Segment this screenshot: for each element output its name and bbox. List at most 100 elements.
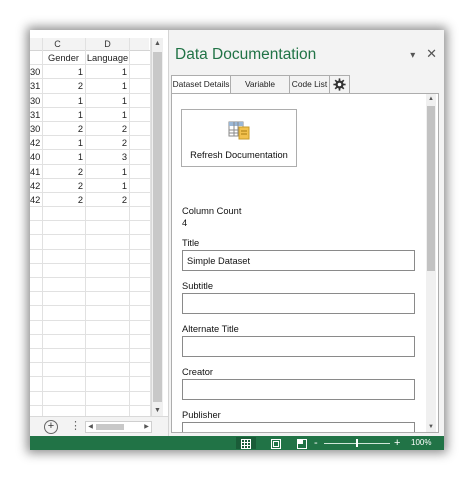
cell[interactable] <box>30 306 41 320</box>
cell[interactable]: 2 <box>86 136 129 150</box>
cell[interactable]: 2 <box>42 165 85 179</box>
cell[interactable]: 31 <box>30 108 41 122</box>
tab-dataset-details[interactable]: Dataset Details <box>171 75 231 95</box>
horizontal-scrollbar[interactable]: ◀ ▶ <box>85 421 152 433</box>
cell[interactable]: 2 <box>42 79 85 93</box>
cell[interactable] <box>30 392 41 406</box>
cell[interactable]: 1 <box>42 150 85 164</box>
cell[interactable]: 1 <box>42 136 85 150</box>
cell[interactable] <box>30 349 41 363</box>
horizontal-scroll-thumb[interactable] <box>96 424 124 430</box>
zoom-in-button[interactable]: + <box>394 436 400 450</box>
cell[interactable] <box>42 363 85 377</box>
cell[interactable] <box>30 264 41 278</box>
cell[interactable] <box>42 335 85 349</box>
cell[interactable]: 42 <box>30 179 41 193</box>
creator-input[interactable] <box>182 379 415 400</box>
cell[interactable]: 1 <box>86 79 129 93</box>
cell[interactable]: 2 <box>42 179 85 193</box>
close-icon[interactable]: ✕ <box>426 46 437 61</box>
cell[interactable] <box>30 363 41 377</box>
cell[interactable] <box>86 250 129 264</box>
column-header-c[interactable]: C <box>30 38 85 50</box>
column-header-d[interactable]: D <box>86 38 129 50</box>
cell[interactable] <box>86 207 129 221</box>
scroll-right-icon[interactable]: ▶ <box>142 422 151 432</box>
tab-code-list[interactable]: Code List <box>289 75 330 93</box>
cell[interactable]: 1 <box>86 165 129 179</box>
page-layout-view-button[interactable] <box>266 437 286 449</box>
cell[interactable]: 3 <box>86 150 129 164</box>
cell[interactable]: Language <box>86 51 129 65</box>
zoom-level[interactable]: 100% <box>411 436 431 450</box>
cell[interactable] <box>30 292 41 306</box>
cell[interactable] <box>42 207 85 221</box>
page-break-view-button[interactable] <box>292 437 312 449</box>
cell[interactable] <box>30 250 41 264</box>
cell[interactable]: Gender <box>42 51 85 65</box>
cell[interactable]: 31 <box>30 79 41 93</box>
publisher-input[interactable] <box>182 422 415 432</box>
cell[interactable] <box>86 377 129 391</box>
zoom-out-button[interactable]: - <box>314 436 318 450</box>
cell[interactable] <box>42 321 85 335</box>
cell[interactable]: 42 <box>30 193 41 207</box>
cell[interactable]: 1 <box>86 65 129 79</box>
cell[interactable] <box>42 250 85 264</box>
cell[interactable] <box>42 306 85 320</box>
new-sheet-button[interactable]: + <box>44 420 58 434</box>
pane-options-icon[interactable]: ▾ <box>410 50 415 61</box>
scroll-left-icon[interactable]: ◀ <box>86 422 95 432</box>
normal-view-button[interactable] <box>236 437 256 449</box>
cell[interactable]: 1 <box>86 179 129 193</box>
cell[interactable]: 2 <box>86 122 129 136</box>
cell[interactable] <box>42 377 85 391</box>
cell[interactable]: 1 <box>42 65 85 79</box>
subtitle-input[interactable] <box>182 293 415 314</box>
cell[interactable]: 42 <box>30 136 41 150</box>
tab-variable-details[interactable]: Variable Details <box>230 75 290 106</box>
cell[interactable] <box>86 335 129 349</box>
scroll-down-icon[interactable]: ▼ <box>426 424 436 430</box>
sheet-vertical-scrollbar[interactable]: ▲ ▼ <box>151 38 163 416</box>
cell[interactable] <box>42 264 85 278</box>
alternate-title-input[interactable] <box>182 336 415 357</box>
zoom-slider-thumb[interactable] <box>356 439 358 447</box>
cell[interactable]: 1 <box>86 94 129 108</box>
cell[interactable] <box>42 292 85 306</box>
pane-scroll-thumb[interactable] <box>427 106 435 271</box>
cell[interactable] <box>86 221 129 235</box>
more-options-icon[interactable]: ⋮ <box>70 419 81 432</box>
cell[interactable] <box>86 306 129 320</box>
cell[interactable] <box>86 363 129 377</box>
cell[interactable] <box>30 235 41 249</box>
pane-vertical-scrollbar[interactable]: ▲ ▼ <box>426 94 436 432</box>
column-header-e[interactable] <box>129 38 149 50</box>
cell[interactable]: 1 <box>42 94 85 108</box>
cell[interactable]: 30 <box>30 122 41 136</box>
cell[interactable] <box>42 221 85 235</box>
scroll-thumb[interactable] <box>153 52 162 402</box>
cell[interactable] <box>30 278 41 292</box>
cell[interactable] <box>86 392 129 406</box>
tab-settings[interactable] <box>329 75 350 93</box>
cell[interactable] <box>42 278 85 292</box>
cell[interactable]: 30 <box>30 65 41 79</box>
scroll-up-icon[interactable]: ▲ <box>426 96 436 102</box>
title-input[interactable] <box>182 250 415 271</box>
cell[interactable]: 41 <box>30 165 41 179</box>
cell[interactable] <box>86 264 129 278</box>
cell[interactable] <box>86 278 129 292</box>
cell[interactable] <box>86 292 129 306</box>
cell[interactable] <box>86 349 129 363</box>
cell[interactable] <box>42 349 85 363</box>
cell[interactable]: 30 <box>30 94 41 108</box>
cell[interactable] <box>30 377 41 391</box>
cell[interactable]: 2 <box>86 193 129 207</box>
cell[interactable]: 2 <box>42 122 85 136</box>
cell[interactable] <box>30 335 41 349</box>
scroll-down-icon[interactable]: ▼ <box>152 405 163 416</box>
cell[interactable]: 2 <box>42 193 85 207</box>
refresh-documentation-button[interactable]: Refresh Documentation <box>181 109 297 167</box>
cell[interactable]: 1 <box>86 108 129 122</box>
